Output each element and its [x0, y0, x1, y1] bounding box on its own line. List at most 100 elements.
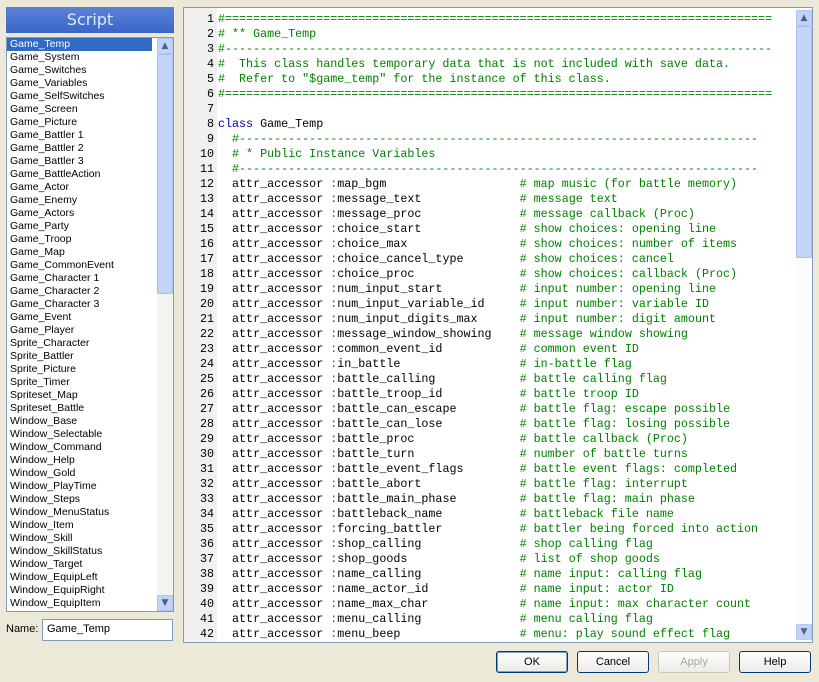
line-number: 32 [199, 477, 214, 491]
script-list-item[interactable]: Sprite_Battler [7, 350, 152, 363]
script-list-item[interactable]: Window_PlayTime [7, 480, 152, 493]
script-list-item[interactable]: Window_EquipLeft [7, 571, 152, 584]
script-list-item[interactable]: Sprite_Timer [7, 376, 152, 389]
script-list-item[interactable]: Sprite_Character [7, 337, 152, 350]
script-list-item[interactable]: Game_System [7, 51, 152, 64]
code-comment: # input number: digit amount [519, 312, 716, 326]
code-text: attr_accessor [218, 612, 331, 626]
code-text: attr_accessor [218, 627, 331, 641]
code-comment: # show choices: cancel [519, 252, 674, 266]
padding [414, 432, 519, 446]
code-symbol: battle_main_phase [337, 492, 457, 506]
editor-scrollbar[interactable]: ▲ ▼ [796, 8, 812, 642]
code-text: attr_accessor [218, 372, 331, 386]
script-list-item[interactable]: Game_Player [7, 324, 152, 337]
script-list-item[interactable]: Window_SkillStatus [7, 545, 152, 558]
script-list-item[interactable]: Window_Skill [7, 532, 152, 545]
code-symbol: choice_max [337, 237, 408, 251]
scroll-up-icon[interactable]: ▲ [796, 10, 812, 26]
code-symbol: battle_can_escape [337, 402, 457, 416]
script-list-item[interactable]: Game_Picture [7, 116, 152, 129]
code-symbol: menu_calling [337, 612, 422, 626]
script-list-item[interactable]: Game_Battler 3 [7, 155, 152, 168]
code-line: 3 #--------------------------------------… [184, 42, 772, 57]
script-list-item[interactable]: Window_Help [7, 454, 152, 467]
padding [407, 552, 519, 566]
code-symbol: message_text [337, 192, 422, 206]
code-line: 27 attr_accessor :battle_can_escape # ba… [184, 402, 772, 417]
script-list-item[interactable]: Spriteset_Battle [7, 402, 152, 415]
name-input[interactable]: Game_Temp [42, 619, 173, 641]
script-list-item[interactable]: Game_Event [7, 311, 152, 324]
code-comment: #---------------------------------------… [218, 42, 773, 56]
script-list-item[interactable]: Game_Map [7, 246, 152, 259]
code-comment: # battle flag: interrupt [519, 477, 688, 491]
script-list-item[interactable]: Game_BattleAction [7, 168, 152, 181]
code-comment: # battle troop ID [519, 387, 639, 401]
code-text: attr_accessor [218, 222, 331, 236]
padding [435, 372, 519, 386]
script-list-item[interactable]: Game_Battler 1 [7, 129, 152, 142]
script-list-item[interactable]: Game_Variables [7, 77, 152, 90]
line-number: 37 [199, 552, 214, 566]
script-list-item[interactable]: Game_Troop [7, 233, 152, 246]
code-symbol: name_actor_id [337, 582, 429, 596]
script-list-item[interactable]: Game_CommonEvent [7, 259, 152, 272]
code-line: 25 attr_accessor :battle_calling # battl… [184, 372, 772, 387]
script-list-item[interactable]: Window_Gold [7, 467, 152, 480]
script-list-item[interactable]: Game_Actor [7, 181, 152, 194]
script-list-item[interactable]: Game_Character 2 [7, 285, 152, 298]
code-text: attr_accessor [218, 297, 331, 311]
code-text: attr_accessor [218, 192, 331, 206]
cancel-button[interactable]: Cancel [577, 651, 649, 673]
script-list-item[interactable]: Window_EquipRight [7, 584, 152, 597]
scroll-up-icon[interactable]: ▲ [157, 38, 173, 54]
scroll-thumb[interactable] [796, 26, 812, 258]
code-line: 5 # Refer to "$game_temp" for the instanc… [184, 72, 772, 87]
code-comment: # battle flag: escape possible [519, 402, 731, 416]
code-line: 4 # This class handles temporary data tha… [184, 57, 772, 72]
code-line: 26 attr_accessor :battle_troop_id # batt… [184, 387, 772, 402]
ok-button[interactable]: OK [496, 651, 568, 673]
script-list-item[interactable]: Window_Item [7, 519, 152, 532]
code-comment: # battle flag: main phase [519, 492, 695, 506]
scroll-down-icon[interactable]: ▼ [157, 595, 173, 611]
script-list-item[interactable]: Window_Selectable [7, 428, 152, 441]
script-list-item[interactable]: Window_Command [7, 441, 152, 454]
code-editor[interactable]: 1 #======================================… [183, 7, 813, 643]
script-list-item[interactable]: Game_Switches [7, 64, 152, 77]
padding [442, 342, 519, 356]
script-list-item[interactable]: Window_MenuStatus [7, 506, 152, 519]
script-list-item[interactable]: Game_Party [7, 220, 152, 233]
code-text: attr_accessor [218, 462, 331, 476]
script-list-item[interactable]: Spriteset_Map [7, 389, 152, 402]
code-text: attr_accessor [218, 252, 331, 266]
script-list-item[interactable]: Game_Character 1 [7, 272, 152, 285]
script-list-item[interactable]: Window_Target [7, 558, 152, 571]
script-list-item[interactable]: Window_Base [7, 415, 152, 428]
script-list-item[interactable]: Game_Battler 2 [7, 142, 152, 155]
help-button[interactable]: Help [739, 651, 811, 673]
scroll-thumb[interactable] [157, 54, 173, 294]
line-number: 7 [206, 102, 214, 116]
scroll-down-icon[interactable]: ▼ [796, 624, 812, 640]
script-list-item[interactable]: Sprite_Picture [7, 363, 152, 376]
script-list-item[interactable]: Game_Enemy [7, 194, 152, 207]
code-symbol: message_window_showing [337, 327, 492, 341]
code-comment: # in-battle flag [519, 357, 632, 371]
script-list-item[interactable]: Window_EquipItem [7, 597, 152, 610]
list-scrollbar[interactable]: ▲ ▼ [157, 38, 173, 611]
script-list-item[interactable]: Game_Temp [7, 38, 152, 51]
script-list-item[interactable]: Game_Actors [7, 207, 152, 220]
code-comment: # number of battle turns [519, 447, 688, 461]
line-number: 2 [206, 27, 214, 41]
apply-button[interactable]: Apply [658, 651, 730, 673]
code-comment: # list of shop goods [519, 552, 660, 566]
script-list-item[interactable]: Game_Character 3 [7, 298, 152, 311]
script-list-item[interactable]: Window_Steps [7, 493, 152, 506]
script-list[interactable]: Game_Temp Game_System Game_Switches Game_Va… [6, 37, 174, 612]
line-number: 5 [206, 72, 214, 86]
script-list-item[interactable]: Game_Screen [7, 103, 152, 116]
script-list-item[interactable]: Game_SelfSwitches [7, 90, 152, 103]
code-line: 28 attr_accessor :battle_can_lose # batt… [184, 417, 772, 432]
